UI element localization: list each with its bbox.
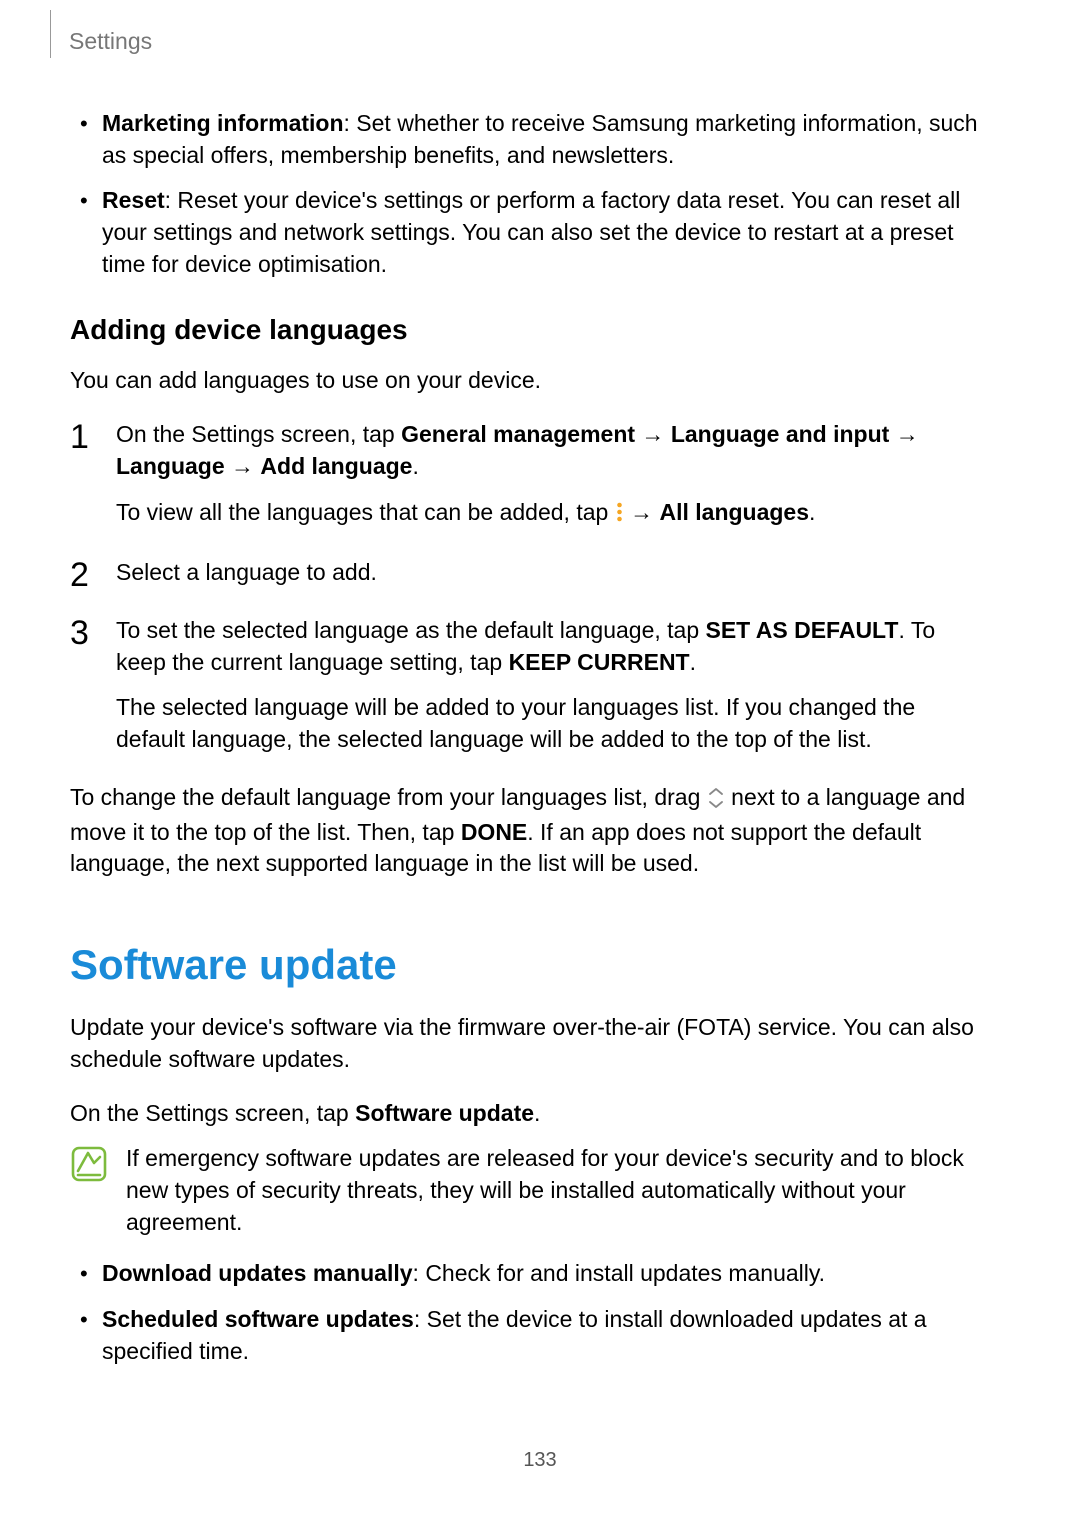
subheading-intro: You can add languages to use on your dev… (70, 365, 990, 397)
bullet-desc: : Reset your device's settings or perfor… (102, 187, 960, 276)
bullet-list-top: Marketing information: Set whether to re… (70, 108, 990, 281)
bullet-list-bottom: Download updates manually: Check for and… (70, 1258, 990, 1367)
page: Settings Marketing information: Set whet… (0, 0, 1080, 1527)
list-item: Download updates manually: Check for and… (102, 1258, 990, 1290)
header-title: Settings (69, 10, 152, 58)
page-number: 133 (0, 1447, 1080, 1475)
header-rule (50, 10, 51, 58)
list-item: Scheduled software updates: Set the devi… (102, 1304, 990, 1367)
bullet-label: Marketing information (102, 110, 344, 136)
bullet-label: Download updates manually (102, 1260, 413, 1286)
note-text: If emergency software updates are releas… (126, 1143, 990, 1238)
step-text: Select a language to add. (116, 557, 990, 589)
list-item: Reset: Reset your device's settings or p… (102, 185, 990, 280)
bullet-label: Scheduled software updates (102, 1306, 414, 1332)
reorder-handle-icon (707, 785, 725, 817)
note-block: If emergency software updates are releas… (70, 1143, 990, 1238)
section-nav: On the Settings screen, tap Software upd… (70, 1098, 990, 1130)
post-steps-paragraph: To change the default language from your… (70, 782, 990, 880)
step-text: To set the selected language as the defa… (116, 615, 990, 678)
step-subtext: The selected language will be added to y… (116, 692, 990, 755)
more-options-icon (615, 500, 624, 532)
step-item: On the Settings screen, tap General mana… (70, 419, 990, 531)
step-subtext: To view all the languages that can be ad… (116, 497, 990, 532)
subheading: Adding device languages (70, 311, 990, 350)
step-item: To set the selected language as the defa… (70, 615, 990, 756)
list-item: Marketing information: Set whether to re… (102, 108, 990, 171)
note-memo-icon (70, 1143, 110, 1238)
page-header: Settings (70, 0, 1010, 58)
section-intro: Update your device's software via the fi… (70, 1012, 990, 1075)
bullet-label: Reset (102, 187, 165, 213)
section-title: Software update (70, 936, 990, 994)
step-text: On the Settings screen, tap General mana… (116, 419, 990, 482)
page-content: Marketing information: Set whether to re… (70, 108, 1010, 1368)
bullet-desc: : Check for and install updates manually… (413, 1260, 826, 1286)
step-item: Select a language to add. (70, 557, 990, 589)
ordered-steps: On the Settings screen, tap General mana… (70, 419, 990, 756)
